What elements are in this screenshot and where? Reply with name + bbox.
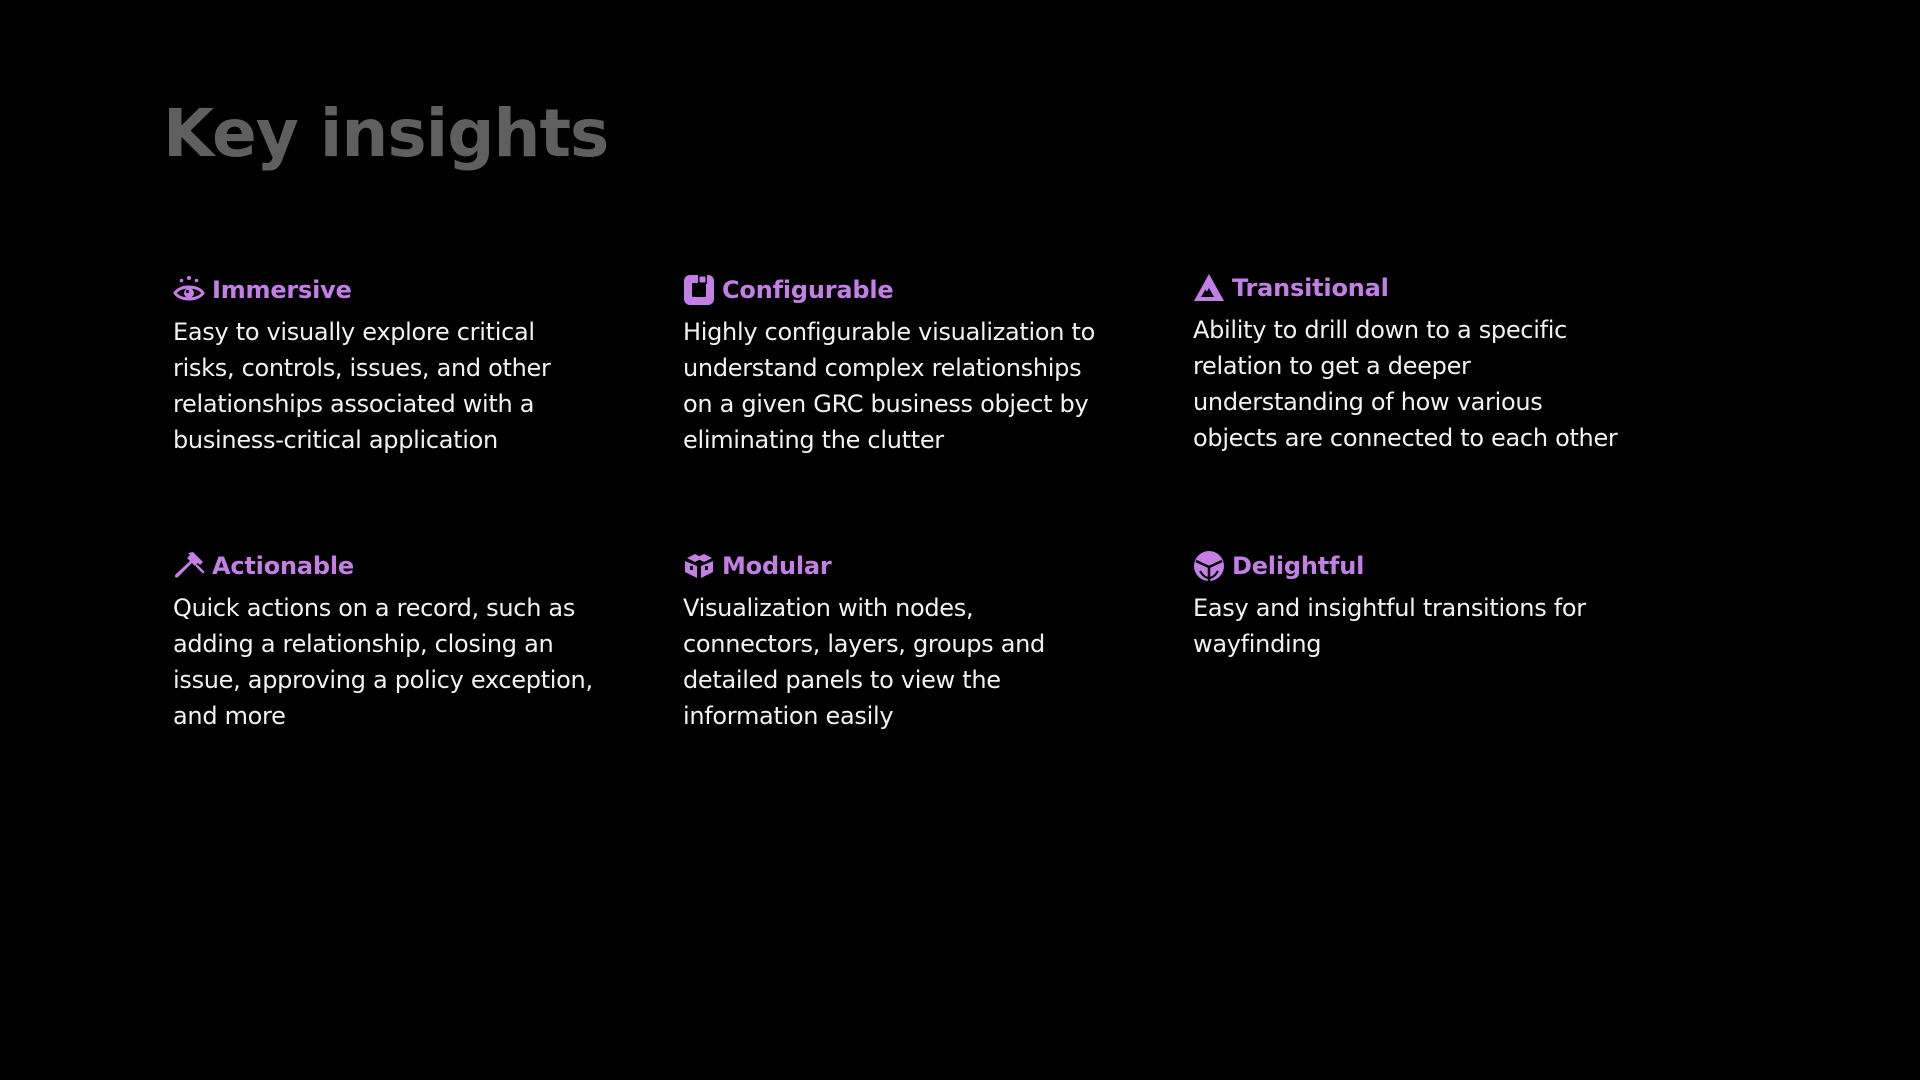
insight-header: Delightful [1192, 548, 1623, 584]
insight-description: Visualization with nodes, connectors, la… [683, 594, 1045, 730]
insight-card-actionable: Actionable Quick actions on a record, su… [173, 548, 603, 734]
insight-card-immersive: Immersive Easy to visually explore criti… [173, 272, 603, 458]
insight-title: Transitional [1232, 274, 1389, 302]
insight-description: Ability to drill down to a specific rela… [1193, 316, 1618, 452]
insight-description: Easy and insightful transitions for wayf… [1193, 594, 1586, 658]
triangle-icon [1192, 271, 1226, 305]
insight-header: Configurable [682, 272, 1113, 308]
insight-title: Configurable [722, 276, 894, 304]
insight-header: Modular [682, 548, 1113, 584]
insight-title: Delightful [1232, 552, 1365, 580]
page-title: Key insights [163, 95, 609, 172]
delight-icon [1192, 549, 1226, 583]
insight-header: Actionable [172, 548, 603, 584]
insight-card-delightful: Delightful Easy and insightful transitio… [1193, 548, 1623, 662]
configure-icon [682, 273, 716, 307]
insight-title: Immersive [212, 276, 352, 304]
modules-icon [682, 549, 716, 583]
insight-title: Modular [722, 552, 832, 580]
insight-description: Easy to visually explore critical risks,… [173, 318, 551, 454]
insight-card-configurable: Configurable Highly configurable visuali… [683, 272, 1113, 458]
insight-description: Highly configurable visualization to und… [683, 318, 1096, 454]
insight-title: Actionable [212, 552, 354, 580]
insight-card-modular: Modular Visualization with nodes, connec… [683, 548, 1113, 734]
insight-description: Quick actions on a record, such as addin… [173, 594, 593, 730]
insight-header: Transitional [1192, 270, 1623, 306]
wrench-icon [172, 549, 206, 583]
insight-card-transitional: Transitional Ability to drill down to a … [1193, 270, 1623, 456]
eye-icon [172, 273, 206, 307]
insight-header: Immersive [172, 272, 603, 308]
